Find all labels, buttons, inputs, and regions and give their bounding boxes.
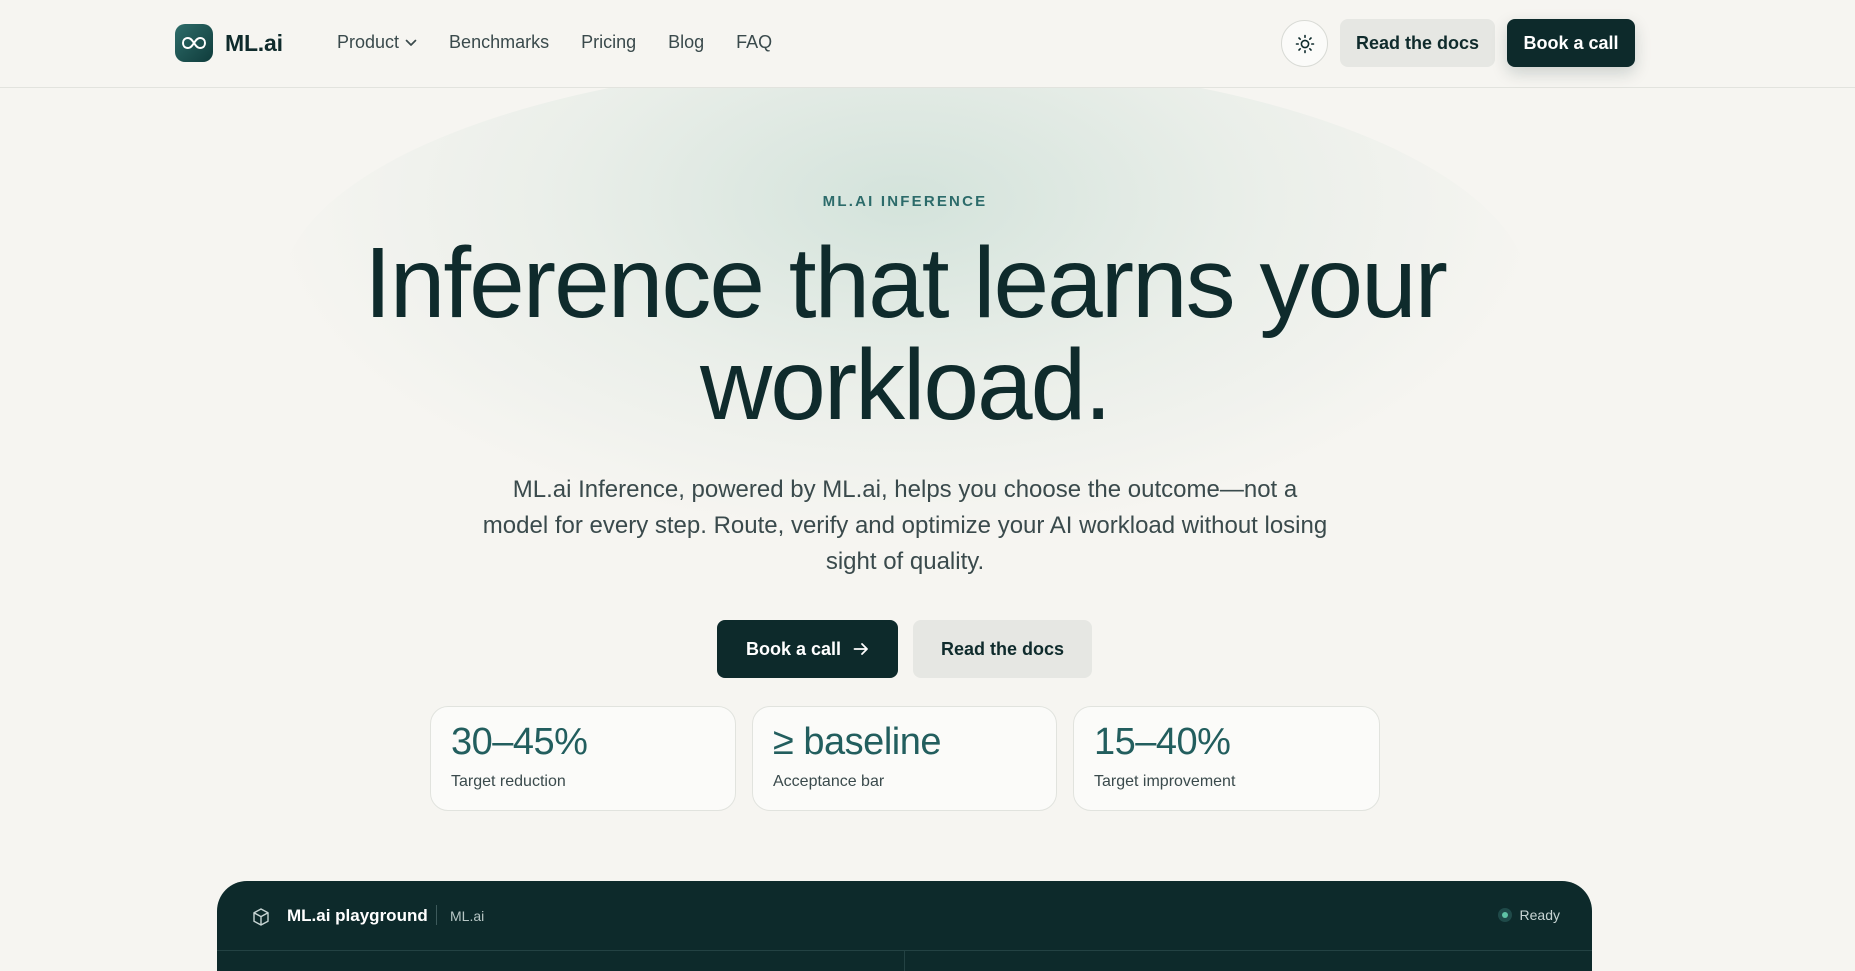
theme-toggle-button[interactable] — [1281, 20, 1328, 67]
logo-text: ML.ai — [225, 29, 283, 56]
stat-card-quality: ≥ baseline Acceptance bar — [752, 706, 1057, 811]
chevron-down-icon — [405, 39, 417, 46]
nav-item-label: Benchmarks — [449, 32, 550, 52]
hero-subtext: ML.ai Inference, powered by ML.ai, helps… — [482, 476, 1328, 575]
nav-item-label: FAQ — [736, 32, 773, 52]
stat-value: 15–40% — [1094, 721, 1231, 763]
nav-item-product[interactable]: Product — [337, 32, 417, 53]
nav-item-label: Product — [337, 32, 400, 52]
stat-card-improvement: 15–40% Target improvement — [1073, 706, 1380, 811]
read-docs-button[interactable]: Read the docs — [1340, 19, 1495, 67]
nav-item-faq[interactable]: FAQ — [736, 32, 772, 53]
sun-icon — [1295, 34, 1314, 53]
arrow-right-icon — [853, 643, 868, 655]
hero-read-docs-button[interactable]: Read the docs — [913, 620, 1092, 678]
nav-item-pricing[interactable]: Pricing — [581, 32, 636, 53]
status-text: Ready — [1519, 907, 1560, 923]
nav-item-blog[interactable]: Blog — [668, 32, 704, 53]
nav-item-benchmarks[interactable]: Benchmarks — [449, 32, 549, 53]
playground-subtitle: ML.ai — [450, 908, 485, 924]
main-nav: Product Benchmarks Pricing Blog FAQ — [337, 32, 804, 53]
hero-headline: Inference that learns your workload. — [364, 227, 1448, 441]
page: ML.ai Product Benchmarks Pricing Blog FA… — [0, 0, 1855, 971]
hero-book-call-button[interactable]: Book a call — [717, 620, 898, 678]
hero-book-call-label: Book a call — [745, 638, 842, 659]
divider — [436, 905, 437, 925]
cube-icon — [253, 908, 269, 926]
status-dot-icon — [1497, 908, 1512, 922]
nav-item-label: Pricing — [581, 32, 637, 52]
logo-link[interactable]: ML.ai — [175, 24, 283, 62]
stat-value: 30–45% — [451, 721, 588, 763]
column-divider — [904, 951, 905, 971]
stat-card-cost: 30–45% Target reduction — [430, 706, 736, 811]
stat-label: Target improvement — [1094, 773, 1236, 790]
hero-eyebrow: ML.AI INFERENCE — [822, 193, 988, 210]
playground-title: ML.ai playground — [287, 906, 428, 925]
stat-label: Acceptance bar — [773, 773, 885, 790]
book-call-button[interactable]: Book a call — [1507, 19, 1635, 67]
playground-panel: ML.ai playground ML.ai Ready — [217, 881, 1592, 971]
nav-item-label: Blog — [668, 32, 705, 52]
stat-value: ≥ baseline — [773, 721, 941, 763]
stat-label: Target reduction — [451, 773, 566, 790]
infinity-icon — [175, 24, 213, 62]
playground-header: ML.ai playground ML.ai Ready — [217, 881, 1592, 951]
site-header: ML.ai Product Benchmarks Pricing Blog FA… — [0, 0, 1855, 88]
status-indicator: Ready — [1497, 907, 1560, 923]
